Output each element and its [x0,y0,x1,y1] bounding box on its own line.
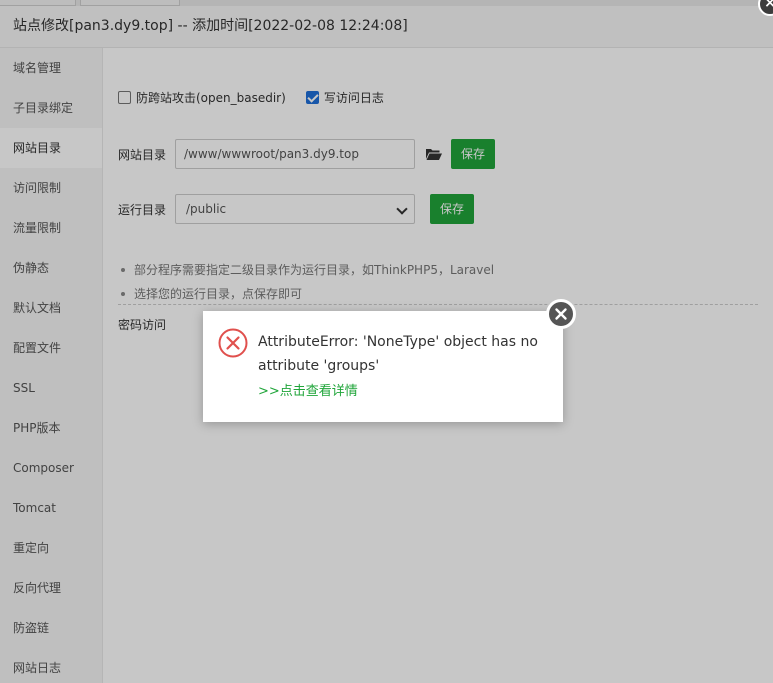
dialog-close-button[interactable] [546,299,576,329]
error-dialog: AttributeError: 'NoneType' object has no… [203,299,576,422]
error-message: AttributeError: 'NoneType' object has no… [258,334,538,374]
close-icon: × [764,0,773,11]
close-icon [555,308,567,320]
error-details-link[interactable]: >>点击查看详情 [258,380,358,399]
error-circle-icon [218,328,248,358]
